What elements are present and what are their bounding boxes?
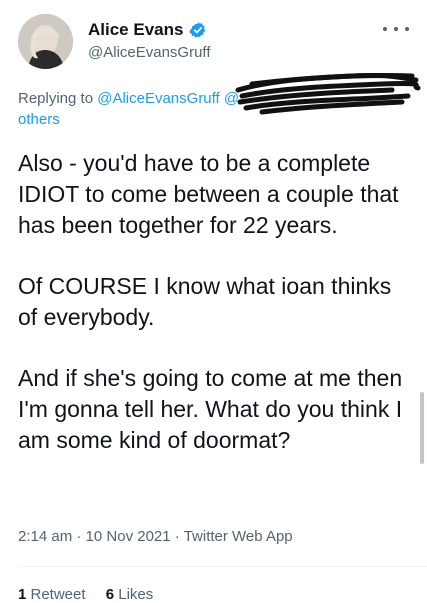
tweet-paragraph: And if she's going to come at me then I'… [18,365,403,453]
tweet-source[interactable]: Twitter Web App [184,528,293,545]
likes-count: 6 [105,586,115,603]
likes-label: Likes [114,586,154,603]
reply-others-link[interactable]: others [18,111,60,128]
meta-separator: · [170,528,184,545]
tweet-paragraph: Also - you'd have to be a complete IDIOT… [18,150,399,238]
verified-badge-icon [189,21,207,39]
retweets-label: Retweet [26,586,86,603]
more-options-icon[interactable] [383,22,409,36]
retweets-stat[interactable]: 1 Retweet [18,586,86,603]
redaction-scribble [235,72,421,115]
divider [18,566,427,567]
avatar[interactable] [18,14,73,69]
tweet-meta: 2:14 am · 10 Nov 2021 · Twitter Web App [18,528,293,545]
display-name[interactable]: Alice Evans [88,20,183,40]
tweet-time[interactable]: 2:14 am [18,528,72,545]
tweet-stats: 1 Retweet 6 Likes [18,586,169,603]
tweet-date[interactable]: 10 Nov 2021 [86,528,171,545]
scrollbar[interactable] [420,392,424,464]
meta-separator: · [72,528,86,545]
author-names: Alice Evans @AliceEvansGruff [88,20,211,61]
tweet-paragraph: Of COURSE I know what ioan thinks of eve… [18,273,392,330]
replying-prefix: Replying to [18,90,98,107]
author-handle[interactable]: @AliceEvansGruff [88,44,211,61]
tweet-text: Also - you'd have to be a complete IDIOT… [18,148,413,486]
reply-mention-link[interactable]: @AliceEvansGruff [97,90,220,107]
likes-stat[interactable]: 6 Likes [106,586,154,603]
tweet-header: Alice Evans @AliceEvansGruff [18,14,413,74]
avatar-photo [18,14,73,69]
